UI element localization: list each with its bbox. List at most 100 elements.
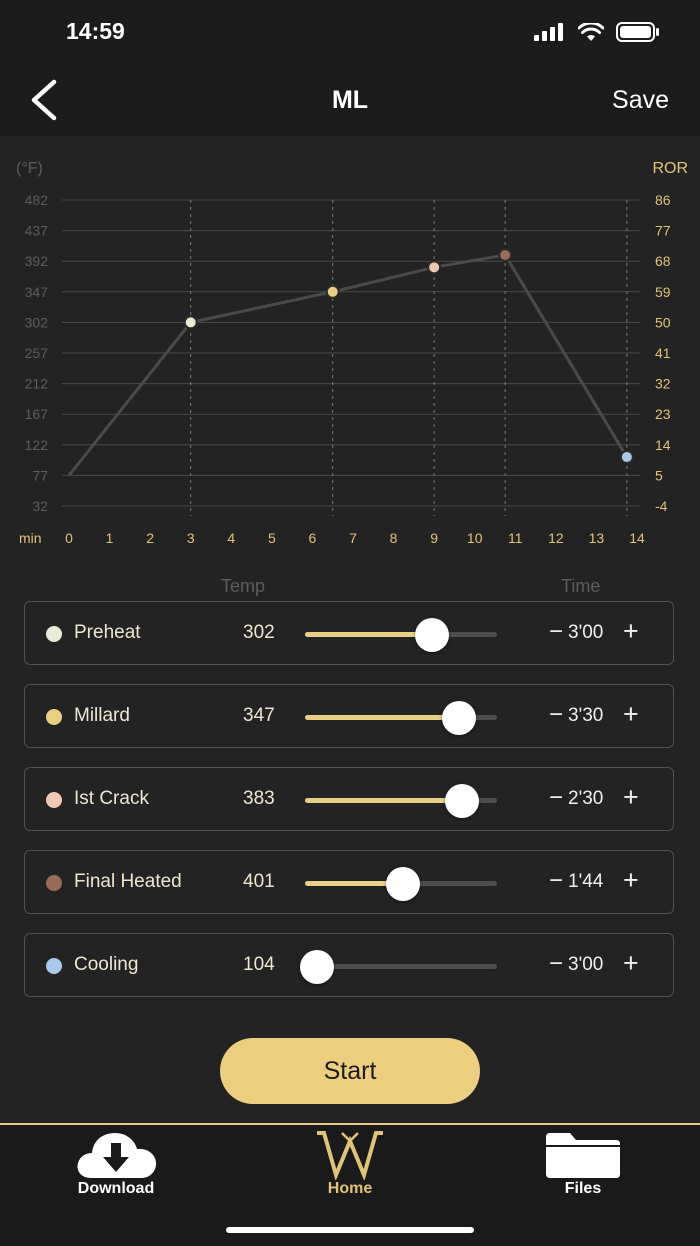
x-tick-label: 12 (548, 530, 564, 546)
x-tick-label: 11 (508, 530, 523, 546)
temp-column-header: Temp (221, 576, 266, 596)
x-tick-label: 7 (349, 530, 357, 546)
x-tick-label: 8 (390, 530, 398, 546)
decrease-time-button[interactable]: − (549, 618, 563, 646)
increase-time-button[interactable]: + (623, 699, 639, 730)
left-axis-label: (°F) (16, 160, 43, 177)
stage-temp: 347 (243, 705, 275, 726)
stage-name: Final Heated (74, 871, 182, 892)
decrease-time-button[interactable]: − (549, 784, 563, 812)
roast-profile-chart: (°F) ROR482 86437 77392 68347 59302 50257 41212… (16, 160, 688, 546)
slider-fill (305, 798, 463, 803)
x-tick-label: 6 (309, 530, 317, 546)
increase-time-button[interactable]: + (623, 782, 639, 813)
increase-time-button[interactable]: + (623, 616, 639, 647)
stage-temp: 401 (243, 871, 275, 892)
page-title: ML (331, 86, 369, 114)
temp-slider[interactable] (299, 950, 497, 984)
temp-slider[interactable] (305, 867, 497, 901)
slider-thumb[interactable] (441, 701, 476, 735)
x-tick-label: 5 (268, 530, 276, 546)
slider-thumb[interactable] (385, 867, 420, 901)
right-axis-label: ROR (652, 160, 688, 177)
temp-slider[interactable] (305, 618, 497, 652)
y-tick-label: 77 (32, 467, 48, 483)
y-right-tick-label: 68 (655, 253, 671, 269)
y-tick-label: 212 (25, 376, 49, 392)
cellular-signal-icon (534, 23, 563, 41)
y-right-tick-label: 23 (655, 406, 671, 422)
y-right-tick-label: 5 (655, 467, 663, 483)
increase-time-button[interactable]: + (623, 865, 639, 896)
x-tick-label: 9 (430, 530, 438, 546)
slider-thumb[interactable] (414, 618, 449, 652)
decrease-time-button[interactable]: − (549, 867, 563, 895)
temp-slider[interactable] (305, 701, 497, 735)
tab-home[interactable]: Home (280, 1125, 420, 1205)
slider-thumb[interactable] (299, 950, 334, 984)
temp-slider[interactable] (305, 784, 497, 818)
cloud-download-icon (77, 1133, 157, 1178)
x-tick-label: 13 (589, 530, 605, 546)
wifi-icon (578, 22, 604, 41)
y-right-tick-label: 41 (655, 345, 671, 361)
x-tick-label: 3 (187, 530, 195, 546)
y-tick-label: 32 (32, 498, 48, 514)
y-right-tick-label: 14 (655, 437, 671, 453)
y-tick-label: 257 (25, 345, 49, 361)
stage-row-cooling: Cooling 104 − 3'00 + (24, 933, 674, 997)
slider-thumb[interactable] (445, 784, 480, 818)
stage-row-millard: Millard 347 − 3'30 + (24, 684, 674, 748)
stage-time: 3'30 (568, 705, 604, 726)
y-right-tick-label: -4 (655, 498, 668, 514)
stage-name: Millard (74, 705, 130, 726)
tab-download[interactable]: Download (46, 1125, 186, 1205)
y-tick-label: 122 (25, 437, 49, 453)
stage-time: 3'00 (568, 622, 604, 643)
stage-row-first-crack: Ist Crack 383 − 2'30 + (24, 767, 674, 831)
stage-time: 3'00 (568, 954, 604, 975)
y-right-tick-label: 50 (655, 314, 671, 330)
stage-color-dot (46, 709, 62, 725)
stage-temp: 302 (243, 622, 275, 643)
x-tick-label: 0 (65, 530, 73, 546)
home-indicator (226, 1227, 474, 1233)
slider-fill (305, 632, 432, 637)
stage-color-dot (46, 626, 62, 642)
y-right-tick-label: 77 (655, 223, 671, 239)
x-tick-label: 14 (629, 530, 645, 546)
tab-files[interactable]: Files (513, 1125, 653, 1205)
x-tick-label: 2 (146, 530, 154, 546)
tab-label: Home (327, 1180, 373, 1197)
status-icons (534, 22, 660, 42)
x-tick-label: 10 (467, 530, 483, 546)
y-tick-label: 482 (25, 192, 49, 208)
folder-icon (546, 1133, 620, 1178)
y-tick-label: 437 (25, 223, 49, 239)
save-button[interactable]: Save (612, 86, 669, 115)
y-tick-label: 167 (25, 406, 49, 422)
increase-time-button[interactable]: + (623, 948, 639, 979)
status-bar: 14:59 (0, 0, 700, 66)
time-column-header: Time (561, 576, 601, 596)
x-unit-label: min (19, 530, 42, 546)
stage-point (325, 284, 340, 299)
tab-label: Download (77, 1180, 155, 1197)
y-tick-label: 347 (25, 284, 49, 300)
roast-curve (67, 253, 629, 477)
stage-point (183, 315, 198, 330)
decrease-time-button[interactable]: − (549, 950, 563, 978)
y-right-tick-label: 32 (655, 376, 671, 392)
stage-row-preheat: Preheat 302 − 3'00 + (24, 601, 674, 665)
stage-time: 2'30 (568, 788, 604, 809)
stage-time: 1'44 (568, 871, 604, 892)
y-tick-label: 302 (25, 314, 49, 330)
stage-temp: 383 (243, 788, 275, 809)
status-time: 14:59 (66, 18, 125, 44)
decrease-time-button[interactable]: − (549, 701, 563, 729)
stage-point (498, 248, 513, 263)
start-button[interactable]: Start (220, 1038, 480, 1104)
y-right-tick-label: 86 (655, 192, 671, 208)
stage-point (427, 260, 442, 275)
battery-icon (616, 22, 659, 42)
